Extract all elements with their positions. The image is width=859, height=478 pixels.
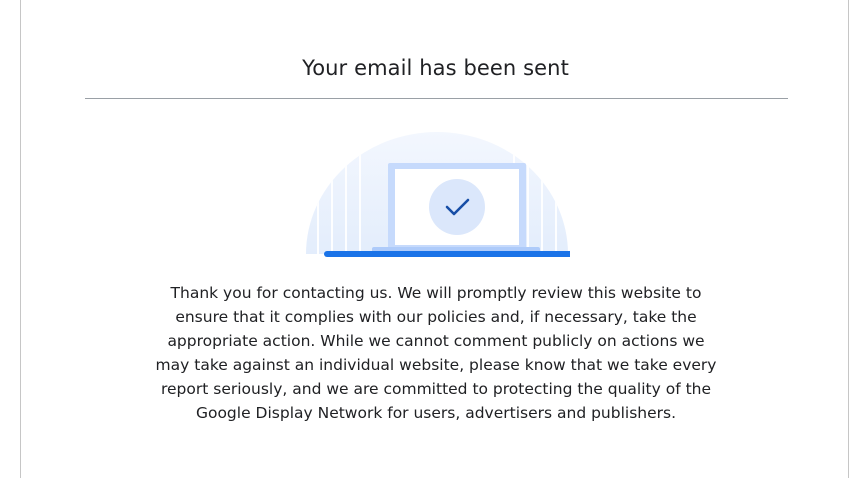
- title-divider: [85, 98, 788, 99]
- confirmation-card: Your email has been sent Thank you for c…: [20, 0, 849, 478]
- laptop-checkmark-icon: [306, 132, 570, 257]
- page-title: Your email has been sent: [302, 56, 569, 80]
- confirmation-message: Thank you for contacting us. We will pro…: [155, 284, 717, 422]
